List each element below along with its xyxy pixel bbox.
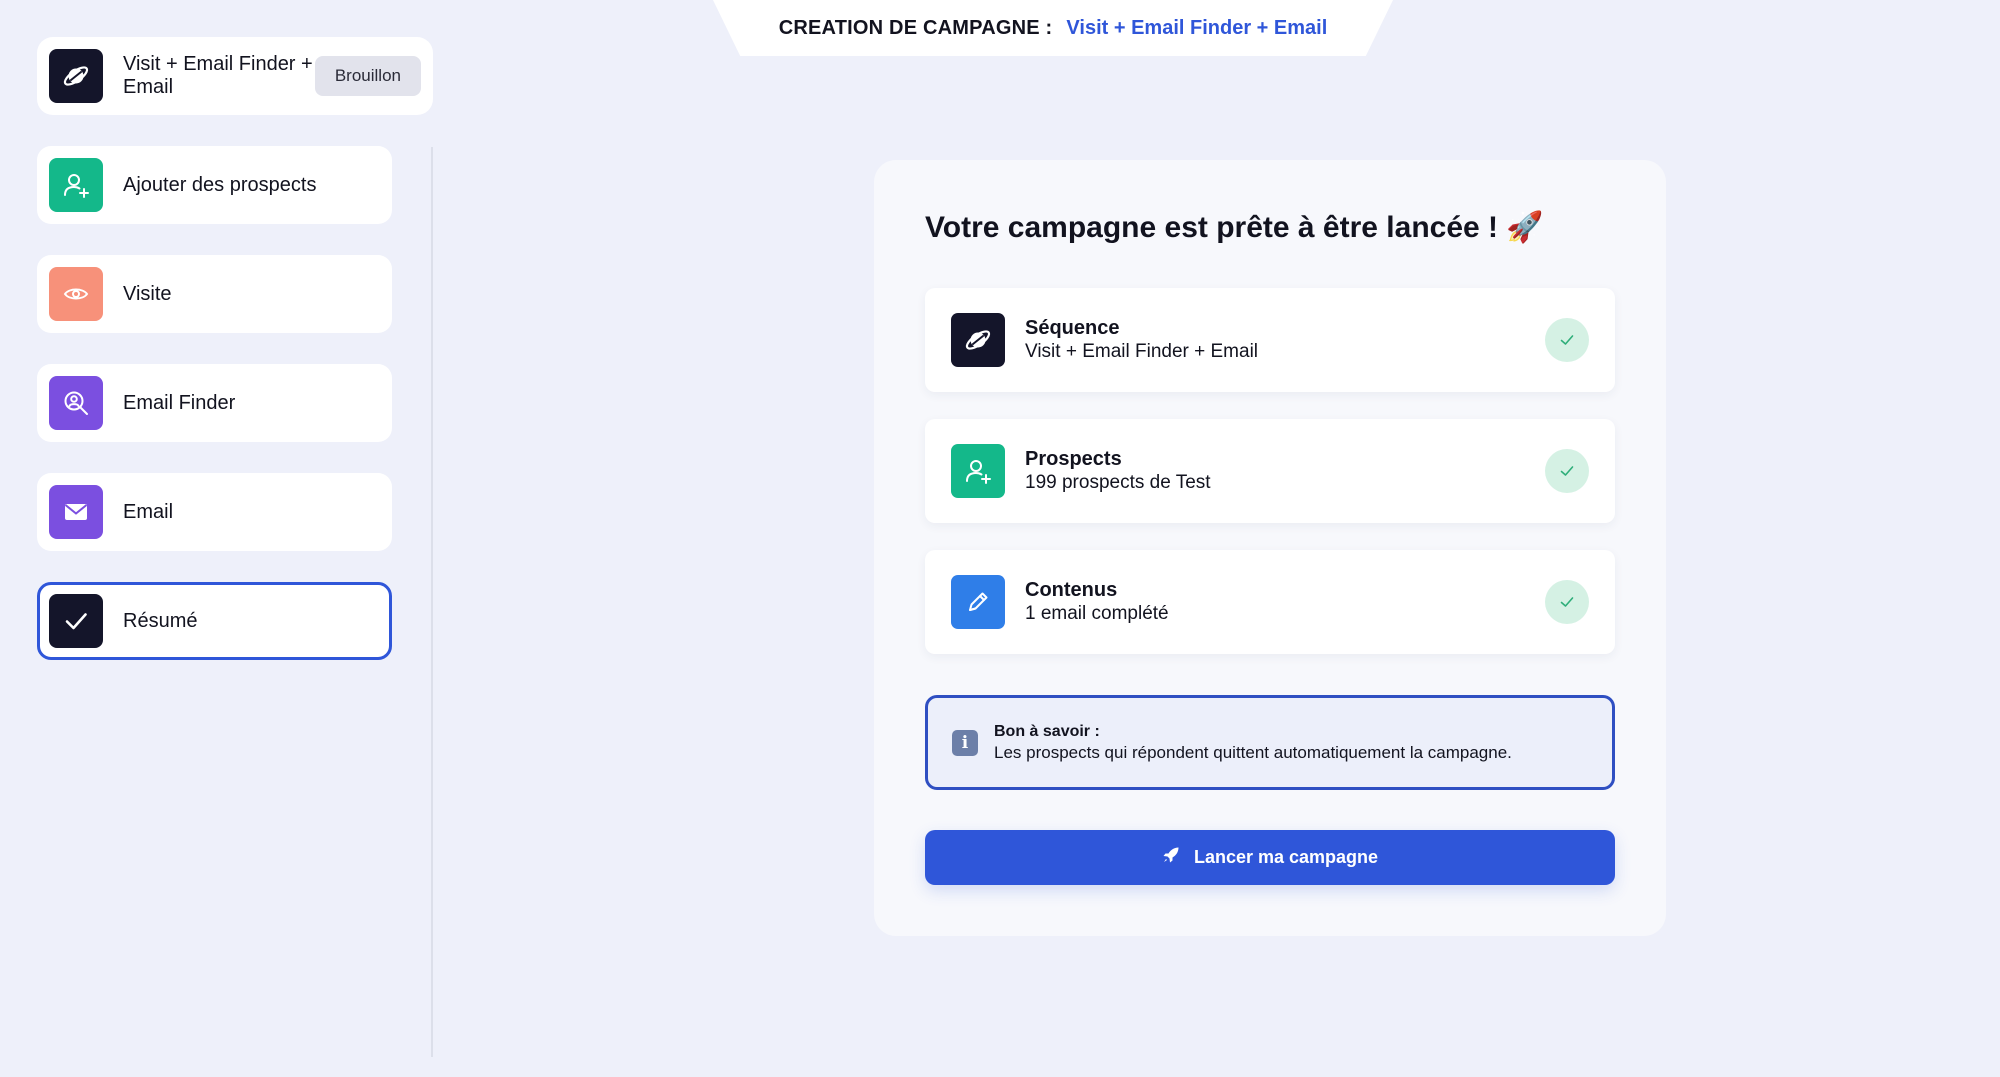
rocket-icon — [1162, 846, 1180, 869]
pencil-icon — [951, 575, 1005, 629]
sidebar-divider — [431, 147, 433, 1057]
info-callout: i Bon à savoir : Les prospects qui répon… — [925, 695, 1615, 790]
summary-card: Votre campagne est prête à être lancée !… — [874, 160, 1666, 936]
sidebar-item-label: Résumé — [123, 609, 198, 632]
check-circle-icon — [1545, 580, 1589, 624]
header-label: CREATION DE CAMPAGNE : — [778, 16, 1053, 39]
status-badge: Brouillon — [314, 56, 421, 96]
add-user-icon — [951, 444, 1005, 498]
header-campaign-name: Visit + Email Finder + Email — [1066, 16, 1328, 39]
check-circle-icon — [1545, 449, 1589, 493]
campaign-creation-page: CREATION DE CAMPAGNE : Visit + Email Fin… — [0, 0, 2000, 1077]
add-user-icon — [49, 158, 103, 212]
launch-campaign-label: Lancer ma campagne — [1193, 847, 1379, 867]
launch-campaign-button[interactable]: Lancer ma campagne — [925, 830, 1615, 885]
planet-icon — [49, 49, 103, 103]
campaign-header: CREATION DE CAMPAGNE : Visit + Email Fin… — [713, 0, 1393, 56]
info-body: Les prospects qui répondent quittent aut… — [994, 743, 1512, 762]
sidebar-item-label: Email — [123, 500, 174, 523]
sidebar-item-email-finder[interactable]: Email Finder — [37, 364, 392, 442]
check-icon — [49, 594, 103, 648]
planet-icon — [951, 313, 1005, 367]
summary-row-text: Séquence Visit + Email Finder + Email — [1025, 316, 1258, 364]
summary-row-text: Prospects 199 prospects de Test — [1025, 447, 1211, 495]
campaign-title: Visit + Email Finder + Email — [123, 53, 313, 98]
info-icon: i — [952, 729, 978, 756]
campaign-card[interactable]: Visit + Email Finder + Email Brouillon — [37, 37, 433, 115]
summary-row-contents[interactable]: Contenus 1 email complété — [925, 550, 1615, 654]
summary-row-prospects[interactable]: Prospects 199 prospects de Test — [925, 419, 1615, 523]
sidebar-item-resume[interactable]: Résumé — [37, 582, 392, 660]
summary-row-title: Contenus — [1025, 579, 1118, 601]
eye-icon — [49, 267, 103, 321]
sidebar-item-email[interactable]: Email — [37, 473, 392, 551]
page-title: Votre campagne est prête à être lancée !… — [925, 211, 1544, 244]
summary-row-subtitle: 1 email complété — [1025, 603, 1169, 624]
summary-row-title: Séquence — [1025, 317, 1120, 339]
sidebar-item-visite[interactable]: Visite — [37, 255, 392, 333]
check-circle-icon — [1545, 318, 1589, 362]
sidebar-item-label: Visite — [123, 282, 172, 305]
summary-row-subtitle: 199 prospects de Test — [1025, 472, 1211, 493]
info-text: Bon à savoir : Les prospects qui réponde… — [994, 722, 1512, 763]
summary-row-text: Contenus 1 email complété — [1025, 578, 1169, 626]
search-user-icon — [49, 376, 103, 430]
info-title: Bon à savoir : — [994, 723, 1100, 740]
envelope-icon — [49, 485, 103, 539]
sidebar-item-label: Ajouter des prospects — [123, 173, 317, 196]
summary-row-title: Prospects — [1025, 448, 1122, 470]
sidebar-item-add-prospects[interactable]: Ajouter des prospects — [37, 146, 392, 224]
summary-row-sequence[interactable]: Séquence Visit + Email Finder + Email — [925, 288, 1615, 392]
summary-row-subtitle: Visit + Email Finder + Email — [1025, 341, 1259, 362]
sidebar-item-label: Email Finder — [123, 391, 236, 414]
